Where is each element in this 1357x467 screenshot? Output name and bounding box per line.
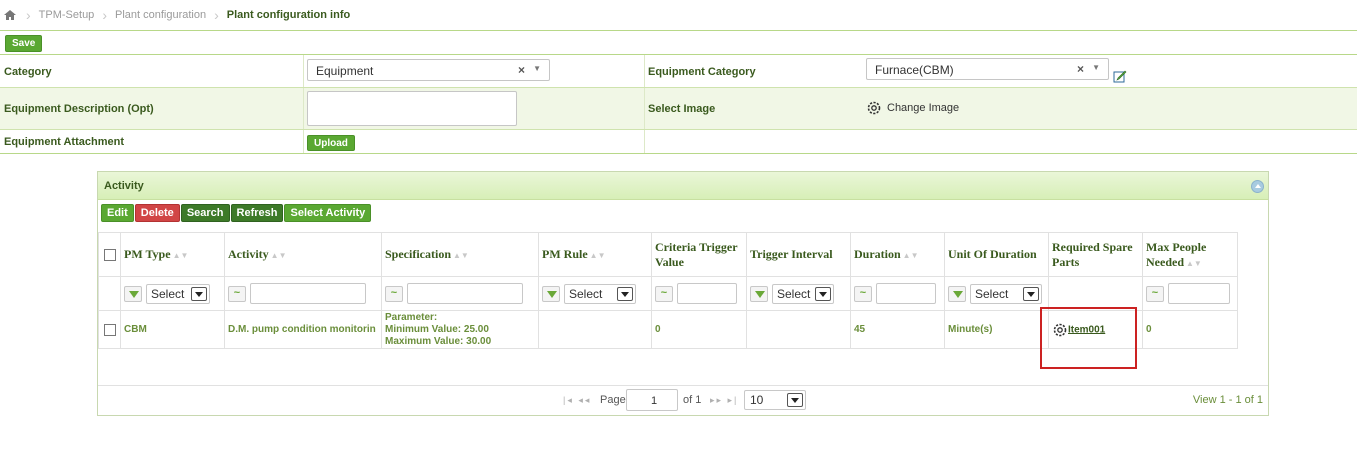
criteria-trigger-filter-input[interactable] (677, 283, 737, 304)
pager: |◂ ◂◂ Page 1 of 1 ▸▸ ▸| 10 View 1 - 1 of… (98, 385, 1268, 415)
change-image-label: Change Image (887, 102, 960, 114)
clear-icon[interactable]: × (518, 63, 525, 77)
tilde-icon[interactable]: ~ (655, 285, 673, 302)
select-activity-button[interactable]: Select Activity (284, 204, 372, 222)
column-header-specification[interactable]: Specification ▲▼ (381, 232, 539, 277)
activity-panel-header: Activity (98, 172, 1268, 200)
funnel-icon[interactable] (750, 285, 768, 302)
tilde-icon[interactable]: ~ (1146, 285, 1164, 302)
column-header-criteria-trigger-value[interactable]: Criteria Trigger Value (651, 232, 747, 277)
equipment-category-value: Furnace(CBM) (875, 63, 954, 77)
save-toolbar: Save (0, 32, 1357, 55)
page-of-label: of 1 (683, 394, 702, 406)
max-people-filter-input[interactable] (1168, 283, 1230, 304)
highlight-box (1040, 307, 1137, 369)
category-label: Category (4, 66, 52, 78)
trigger-interval-filter-select[interactable]: Select (772, 283, 834, 304)
gear-icon (867, 101, 881, 115)
delete-button[interactable]: Delete (134, 204, 180, 222)
chevron-down-icon (815, 286, 831, 301)
form-row-attachment: Equipment Attachment (0, 130, 1357, 154)
unit-of-duration-filter-select[interactable]: Select (970, 283, 1042, 304)
pm-rule-filter-select[interactable]: Select (564, 283, 636, 304)
equipment-category-label: Equipment Category (648, 66, 756, 78)
tilde-icon[interactable]: ~ (854, 285, 872, 302)
column-header-required-spare-parts[interactable]: Required Spare Parts (1048, 232, 1143, 277)
activity-filter-input[interactable] (250, 283, 366, 304)
home-icon[interactable] (4, 10, 16, 20)
form-row-description: Equipment Description (Opt) Select Image (0, 88, 1357, 130)
cell-max-people-needed: 0 (1142, 310, 1238, 349)
cell-activity: D.M. pump condition monitorin (224, 310, 382, 349)
table-header-row: PM Type ▲▼ Activity ▲▼ Specification ▲▼ PM … (98, 232, 1238, 277)
page-input[interactable]: 1 (626, 389, 678, 411)
breadcrumb-item-current: Plant configuration info (226, 9, 351, 21)
upload-button[interactable]: Upload (307, 135, 355, 151)
description-input[interactable] (307, 91, 517, 126)
breadcrumb: › TPM-Setup › Plant configuration › Plan… (0, 0, 1357, 31)
chevron-down-icon (787, 393, 803, 407)
chevron-down-icon[interactable]: ▼ (533, 64, 541, 73)
search-button[interactable]: Search (180, 204, 230, 222)
duration-filter-input[interactable] (876, 283, 936, 304)
activity-title: Activity (104, 180, 144, 192)
column-header-pm-rule[interactable]: PM Rule ▲▼ (538, 232, 652, 277)
cell-unit-of-duration: Minute(s) (944, 310, 1049, 349)
edit-button[interactable]: Edit (101, 204, 134, 222)
cell-specification: Parameter: Minimum Value: 25.00 Maximum … (381, 310, 539, 349)
cell-duration: 45 (850, 310, 945, 349)
breadcrumb-item-tpm-setup[interactable]: TPM-Setup (31, 9, 103, 21)
next-last-page-icons[interactable]: ▸▸ ▸| (710, 395, 738, 406)
specification-filter-input[interactable] (407, 283, 523, 304)
tilde-icon[interactable]: ~ (228, 285, 246, 302)
save-button[interactable]: Save (5, 35, 43, 52)
row-checkbox[interactable] (104, 323, 116, 336)
first-prev-page-icons[interactable]: |◂ ◂◂ (563, 395, 591, 406)
column-header-activity[interactable]: Activity ▲▼ (224, 232, 382, 277)
activity-toolbar: Edit Delete Search Refresh Select Activi… (101, 204, 372, 222)
equipment-category-select[interactable]: Furnace(CBM) × ▼ (866, 58, 1109, 80)
description-label: Equipment Description (Opt) (4, 103, 154, 115)
change-image-link[interactable]: Change Image (866, 100, 959, 116)
pm-type-filter-select[interactable]: Select (146, 283, 210, 304)
chevron-down-icon (191, 286, 207, 301)
column-header-pm-type[interactable]: PM Type ▲▼ (120, 232, 225, 277)
filter-row: Select ~ ~ Select ~ Select ~ Select ~ (98, 276, 1238, 311)
cell-trigger-interval (746, 310, 851, 349)
clear-icon[interactable]: × (1077, 62, 1084, 76)
funnel-icon[interactable] (124, 285, 142, 302)
breadcrumb-item-plant-configuration[interactable]: Plant configuration (107, 9, 214, 21)
select-image-label: Select Image (648, 103, 716, 115)
collapse-icon[interactable] (1251, 180, 1264, 193)
activity-panel: Activity Edit Delete Search Refresh Sele… (97, 171, 1269, 416)
column-header-unit-of-duration[interactable]: Unit Of Duration (944, 232, 1049, 277)
refresh-button[interactable]: Refresh (230, 204, 284, 222)
select-all-checkbox[interactable] (104, 249, 116, 262)
tilde-icon[interactable]: ~ (385, 285, 403, 302)
funnel-icon[interactable] (948, 285, 966, 302)
funnel-icon[interactable] (542, 285, 560, 302)
form-row-category: Category Equipment × ▼ Equipment Categor… (0, 55, 1357, 88)
cell-criteria-trigger-value: 0 (651, 310, 747, 349)
attachment-label: Equipment Attachment (4, 136, 124, 148)
chevron-down-icon[interactable]: ▼ (1092, 63, 1100, 72)
category-select[interactable]: Equipment × ▼ (307, 59, 550, 81)
column-header-max-people-needed[interactable]: Max People Needed ▲▼ (1142, 232, 1238, 277)
cell-pm-rule (538, 310, 652, 349)
column-header-trigger-interval[interactable]: Trigger Interval (746, 232, 851, 277)
category-value: Equipment (316, 64, 374, 78)
page-label: Page (600, 394, 626, 406)
column-header-duration[interactable]: Duration ▲▼ (850, 232, 945, 277)
edit-icon[interactable] (1113, 69, 1127, 83)
chevron-down-icon (1023, 286, 1039, 301)
chevron-down-icon (617, 286, 633, 301)
cell-pm-type: CBM (120, 310, 225, 349)
page-size-select[interactable]: 10 (744, 390, 806, 410)
view-count-text: View 1 - 1 of 1 (1192, 394, 1263, 406)
